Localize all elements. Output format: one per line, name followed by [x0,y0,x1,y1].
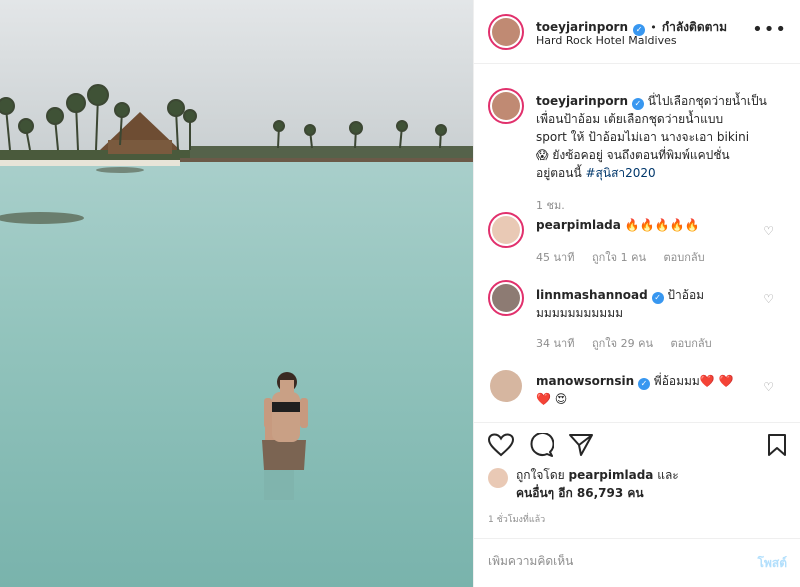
caption-text: อยู่ตอนนี้ [536,166,582,180]
author-username[interactable]: toeyjarinporn [536,20,628,34]
reply-button[interactable]: ตอบกลับ [670,337,711,350]
comment-username[interactable]: manowsornsin [536,374,634,388]
commenter-avatar[interactable] [490,370,522,402]
more-options-icon[interactable]: ••• [752,19,787,40]
comment: pearpimlada 🔥🔥🔥🔥🔥 [536,216,756,234]
beach-photo-illustration [0,0,473,587]
comment-likes[interactable]: ถูกใจ 1 คน [592,251,646,264]
separator: • [650,21,657,34]
author-avatar[interactable] [488,14,524,50]
comment-like-heart-icon[interactable]: ♡ [763,380,774,394]
post-actions-bar [474,422,800,468]
likes-count-link[interactable]: คนอื่นๆ อีก 86,793 คน [516,486,644,500]
comment-text: ❤️ 😍 [536,392,568,406]
caption-text: sport ให้ ป้าอ้อมไม่เอา นางจะเอา bikini [536,130,750,144]
caption-username[interactable]: toeyjarinporn [536,94,628,108]
comment-text: 🔥🔥🔥🔥🔥 [624,218,700,232]
comment: manowsornsin ✓ พี่อ้อมมม❤️ ❤️ ❤️ 😍 [536,372,756,408]
comment-text: ป้าอ้อม [667,288,705,302]
post-header: toeyjarinporn ✓ • กำลังติดตาม Hard Rock … [474,0,800,64]
comment-like-heart-icon[interactable]: ♡ [763,292,774,306]
verified-badge-icon: ✓ [637,378,650,390]
caption-time: 1 ชม. [536,199,565,212]
caption: toeyjarinporn ✓ นี่ไปเลือกชุดว่ายน้ำเป็น… [536,92,791,182]
post-timestamp[interactable]: 1 ชั่วโมงที่แล้ว [488,512,545,526]
like-heart-icon[interactable] [488,433,514,457]
add-comment-input[interactable] [488,554,728,568]
comment-likes[interactable]: ถูกใจ 29 คน [592,337,653,350]
comment-time: 34 นาที [536,337,575,350]
commenter-avatar[interactable] [488,280,524,316]
save-bookmark-icon[interactable] [767,433,787,457]
comment-like-heart-icon[interactable]: ♡ [763,224,774,238]
likes-and: และ [657,468,679,482]
liker-avatar[interactable] [488,468,508,488]
comment-username[interactable]: pearpimlada [536,218,621,232]
shocked-emoji: 😱 [536,148,549,162]
comment-text: พี่อ้อมมม❤️ ❤️ [653,374,734,388]
comment: linnmashannoad ✓ ป้าอ้อม มมมมมมมมมมม [536,286,756,322]
post-comment-button[interactable]: โพสต์ [758,554,787,573]
comment-time: 45 นาที [536,251,575,264]
caption-text: ยังซ้อคอยู่ จนถึงตอนที่พิมพ์แคปชั่น [552,148,730,162]
commenter-avatar[interactable] [488,212,524,248]
verified-badge-icon: ✓ [651,292,664,304]
comment-meta: 34 นาที ถูกใจ 29 คน ตอบกลับ [536,334,726,352]
share-paper-plane-icon[interactable] [568,433,594,457]
verified-badge-icon: ✓ [631,98,644,110]
comment-icon[interactable] [528,433,554,457]
post-photo[interactable] [0,0,473,587]
comment-meta: 45 นาที ถูกใจ 1 คน ตอบกลับ [536,248,719,266]
reply-button[interactable]: ตอบกลับ [663,251,704,264]
caption-text: นี่ไปเลือกชุดว่ายน้ำเป็น [647,94,767,108]
caption-text: เพื่อนป้าอ้อม เต้ยเลือกชุดว่ายน้ำแบบ [536,112,724,126]
add-comment-bar: โพสต์ [474,538,800,587]
hashtag-link[interactable]: #สุนิสา2020 [585,166,655,180]
caption-author-avatar[interactable] [488,88,524,124]
comment-username[interactable]: linnmashannoad [536,288,648,302]
liker-username[interactable]: pearpimlada [569,468,654,482]
likes-prefix: ถูกใจโดย [516,468,565,482]
post-side-panel: toeyjarinporn ✓ • กำลังติดตาม Hard Rock … [473,0,800,587]
location-link[interactable]: Hard Rock Hotel Maldives [536,34,677,47]
comment-text: มมมมมมมมมมม [536,306,624,320]
following-button[interactable]: กำลังติดตาม [662,20,727,34]
